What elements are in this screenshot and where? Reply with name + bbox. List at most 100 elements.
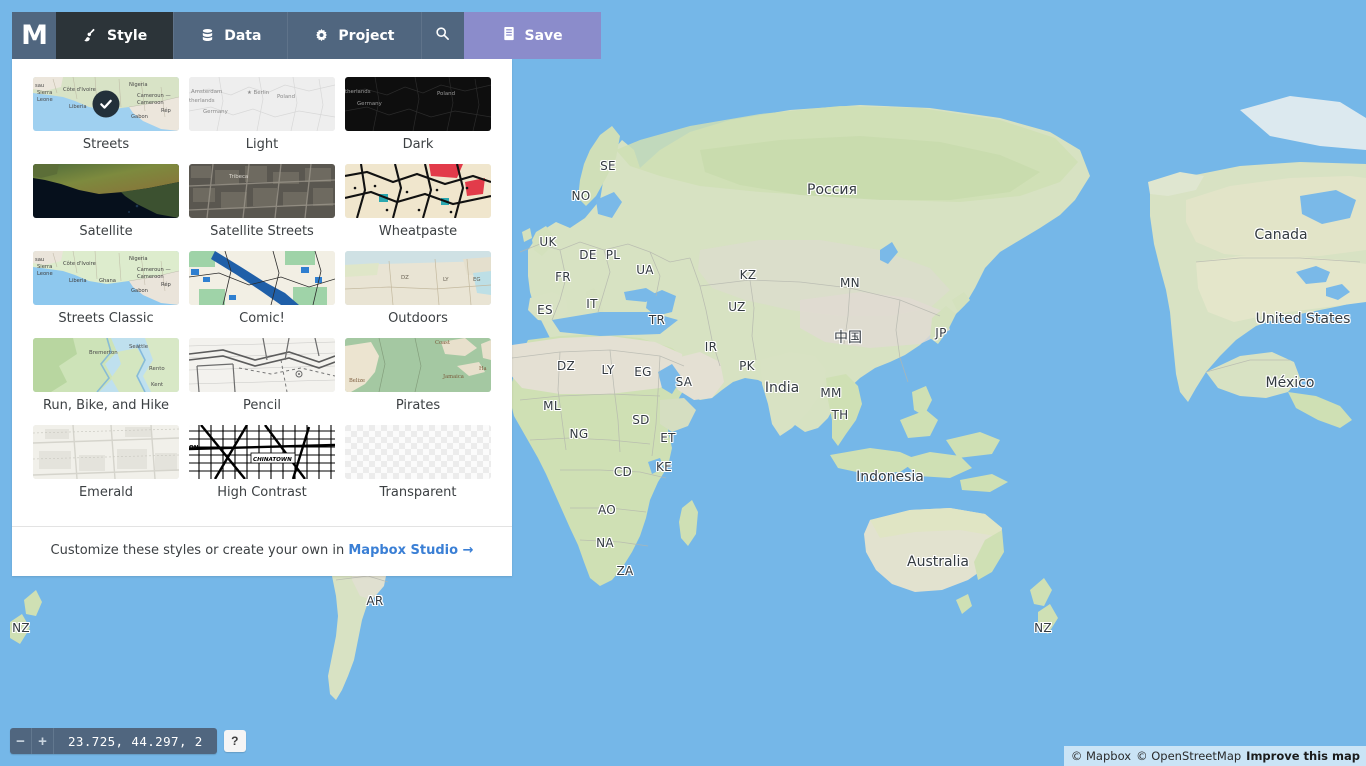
style-thumbnail: Seattle Bremerton Rento Kent bbox=[33, 338, 179, 392]
style-grid: sau Sierra Leone Côte d'Ivoire Nigeria Camero… bbox=[12, 59, 512, 526]
svg-text:Rép: Rép bbox=[161, 107, 172, 114]
tab-data-label: Data bbox=[224, 27, 262, 44]
svg-text:Cameroun —: Cameroun — bbox=[137, 267, 171, 273]
style-thumbnail: Belize Coast Jamaica Ha bbox=[345, 338, 491, 392]
style-name-label: Satellite Streets bbox=[210, 224, 314, 239]
svg-text:Sierra: Sierra bbox=[37, 90, 52, 96]
svg-text:Bremerton: Bremerton bbox=[89, 350, 118, 356]
style-thumbnail: sau Sierra Leone Côte d'Ivoire Nigeria Camero… bbox=[33, 251, 179, 305]
mapbox-studio-app: Россия Canada United States México 中国 India In… bbox=[0, 0, 1366, 766]
tab-project[interactable]: Project bbox=[287, 12, 421, 59]
svg-text:Amsterdam: Amsterdam bbox=[191, 89, 222, 95]
style-name-label: Light bbox=[245, 137, 279, 152]
style-name-label: Emerald bbox=[78, 485, 134, 500]
svg-text:Liberia: Liberia bbox=[69, 104, 87, 110]
style-thumbnail: DZ LY EG bbox=[345, 251, 491, 305]
svg-text:Poland: Poland bbox=[437, 91, 455, 97]
svg-text:Coast: Coast bbox=[435, 340, 451, 346]
svg-text:Côte d'Ivoire: Côte d'Ivoire bbox=[63, 260, 96, 267]
style-card-satellite-streets[interactable]: Tribeca Satellite Streets bbox=[189, 164, 335, 251]
svg-text:Ha: Ha bbox=[479, 366, 487, 372]
tab-style[interactable]: Style bbox=[56, 12, 174, 59]
svg-text:Nigeria: Nigeria bbox=[129, 82, 148, 88]
svg-text:Rép: Rép bbox=[161, 281, 172, 288]
style-name-label: Streets bbox=[82, 137, 130, 152]
style-card-high-contrast[interactable]: CHINATOWN ON High Contrast bbox=[189, 425, 335, 512]
style-thumbnail: therlands Germany Poland bbox=[345, 77, 491, 131]
svg-text:Ghana: Ghana bbox=[99, 278, 116, 284]
mapbox-logo[interactable]: M bbox=[12, 12, 56, 59]
style-thumbnail: sau Sierra Leone Côte d'Ivoire Nigeria Camero… bbox=[33, 77, 179, 131]
svg-text:ON: ON bbox=[189, 445, 199, 451]
save-button-label: Save bbox=[524, 27, 563, 44]
paint-drop-icon bbox=[83, 28, 98, 43]
customize-text: Customize these styles or create your ow… bbox=[50, 543, 349, 558]
svg-text:★ Berlin: ★ Berlin bbox=[247, 90, 269, 96]
search-icon bbox=[435, 26, 450, 45]
style-thumbnail bbox=[33, 425, 179, 479]
save-button[interactable]: Save bbox=[463, 12, 601, 59]
style-card-transparent[interactable]: Transparent bbox=[345, 425, 491, 512]
style-name-label: Wheatpaste bbox=[378, 224, 458, 239]
improve-this-map-link[interactable]: Improve this map bbox=[1246, 749, 1360, 763]
style-thumbnail: CHINATOWN ON bbox=[189, 425, 335, 479]
map-attribution: © Mapbox © OpenStreetMap Improve this ma… bbox=[1063, 746, 1366, 766]
mapbox-studio-link[interactable]: Mapbox Studio → bbox=[348, 543, 473, 558]
style-card-emerald[interactable]: Emerald bbox=[33, 425, 179, 512]
document-icon bbox=[502, 26, 516, 45]
svg-text:therlands: therlands bbox=[189, 98, 215, 104]
style-card-outdoors[interactable]: DZ LY EG Outdoors bbox=[345, 251, 491, 338]
style-card-comic[interactable]: Comic! bbox=[189, 251, 335, 338]
style-name-label: Dark bbox=[402, 137, 434, 152]
style-name-label: Pirates bbox=[395, 398, 441, 413]
attribution-osm: © OpenStreetMap bbox=[1136, 749, 1242, 763]
style-name-label: High Contrast bbox=[217, 485, 307, 500]
style-card-light[interactable]: Amsterdam therlands Germany ★ Berlin Poland L… bbox=[189, 77, 335, 164]
style-name-label: Pencil bbox=[243, 398, 281, 413]
svg-text:Leone: Leone bbox=[37, 97, 53, 103]
mapbox-logo-text: M bbox=[21, 20, 48, 51]
zoom-in-button[interactable]: + bbox=[32, 728, 54, 754]
svg-text:Rento: Rento bbox=[149, 366, 165, 372]
style-card-streets[interactable]: sau Sierra Leone Côte d'Ivoire Nigeria Camero… bbox=[33, 77, 179, 164]
gear-icon bbox=[314, 28, 329, 43]
style-card-dark[interactable]: therlands Germany Poland Dark bbox=[345, 77, 491, 164]
svg-text:Poland: Poland bbox=[277, 94, 295, 100]
style-thumbnail bbox=[189, 338, 335, 392]
style-name-label: Run, Bike, and Hike bbox=[42, 398, 170, 413]
zoom-out-button[interactable]: − bbox=[10, 728, 32, 754]
attribution-mapbox: © Mapbox bbox=[1070, 749, 1132, 763]
style-card-streets-classic[interactable]: sau Sierra Leone Côte d'Ivoire Nigeria Camero… bbox=[33, 251, 179, 338]
svg-text:Gabon: Gabon bbox=[131, 288, 148, 294]
svg-text:Sierra: Sierra bbox=[37, 264, 52, 270]
style-picker-panel: sau Sierra Leone Côte d'Ivoire Nigeria Camero… bbox=[12, 59, 512, 576]
svg-text:Cameroon: Cameroon bbox=[137, 274, 164, 280]
svg-text:Belize: Belize bbox=[349, 378, 365, 384]
style-card-pirates[interactable]: Belize Coast Jamaica Ha Pirates bbox=[345, 338, 491, 425]
svg-text:Cameroun —: Cameroun — bbox=[137, 93, 171, 99]
svg-text:Jamaica: Jamaica bbox=[442, 374, 464, 380]
zoom-and-coordinates: − + 23.725, 44.297, 2 bbox=[10, 728, 217, 754]
svg-text:therlands: therlands bbox=[345, 89, 371, 95]
style-name-label: Transparent bbox=[379, 485, 457, 500]
style-card-pencil[interactable]: Pencil bbox=[189, 338, 335, 425]
style-thumbnail bbox=[189, 251, 335, 305]
style-thumbnail bbox=[33, 164, 179, 218]
svg-text:Cameroon: Cameroon bbox=[137, 100, 164, 106]
svg-text:LY: LY bbox=[443, 277, 449, 283]
database-icon bbox=[200, 28, 215, 43]
style-thumbnail bbox=[345, 164, 491, 218]
style-card-wheatpaste[interactable]: Wheatpaste bbox=[345, 164, 491, 251]
selected-check-icon bbox=[92, 90, 120, 118]
svg-text:Germany: Germany bbox=[357, 101, 383, 107]
style-thumbnail: Tribeca bbox=[189, 164, 335, 218]
tab-data[interactable]: Data bbox=[173, 12, 288, 59]
svg-text:sau: sau bbox=[35, 83, 44, 89]
svg-text:Tribeca: Tribeca bbox=[228, 174, 248, 180]
style-card-run-bike-and-hike[interactable]: Seattle Bremerton Rento Kent Run, Bike, and … bbox=[33, 338, 179, 425]
search-button[interactable] bbox=[420, 12, 464, 59]
style-card-satellite[interactable]: Satellite bbox=[33, 164, 179, 251]
help-button[interactable]: ? bbox=[223, 730, 246, 752]
tab-project-label: Project bbox=[338, 27, 395, 44]
help-icon: ? bbox=[231, 734, 239, 748]
